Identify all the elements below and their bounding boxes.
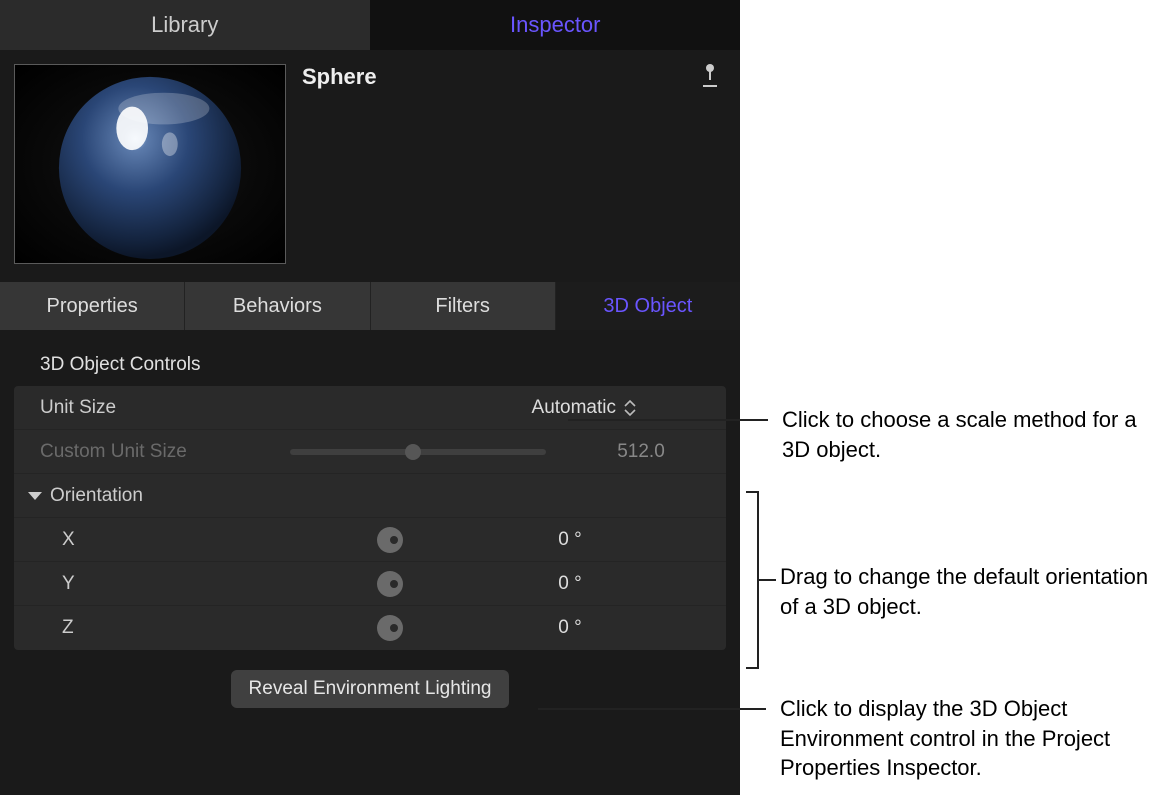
value-y[interactable]: 0 ° bbox=[490, 573, 650, 595]
row-orientation-x: X 0 ° bbox=[14, 518, 726, 562]
label-custom-unit-size: Custom Unit Size bbox=[40, 441, 290, 463]
reveal-environment-lighting-button[interactable]: Reveal Environment Lighting bbox=[231, 670, 510, 708]
value-z[interactable]: 0 ° bbox=[490, 617, 650, 639]
label-y: Y bbox=[40, 573, 290, 595]
tab-filters[interactable]: Filters bbox=[371, 282, 556, 330]
row-orientation-y: Y 0 ° bbox=[14, 562, 726, 606]
inspector-panel: Library Inspector bbox=[0, 0, 740, 795]
dial-z[interactable] bbox=[377, 615, 403, 641]
inspector-tab-bar: Properties Behaviors Filters 3D Object bbox=[0, 282, 740, 330]
dial-x[interactable] bbox=[377, 527, 403, 553]
label-orientation: Orientation bbox=[50, 485, 143, 507]
label-z: Z bbox=[40, 617, 290, 639]
section-title-3d-controls: 3D Object Controls bbox=[14, 340, 726, 386]
tab-inspector[interactable]: Inspector bbox=[371, 0, 741, 50]
dial-y[interactable] bbox=[377, 571, 403, 597]
tab-behaviors[interactable]: Behaviors bbox=[185, 282, 370, 330]
preview-row: Sphere bbox=[0, 50, 740, 272]
callout-unit-size: Click to choose a scale method for a 3D … bbox=[568, 405, 1142, 464]
tab-3d-object[interactable]: 3D Object bbox=[556, 282, 740, 330]
object-title: Sphere bbox=[286, 64, 694, 264]
callout-reveal: Click to display the 3D Object Environme… bbox=[538, 694, 1170, 783]
disclosure-triangle-icon[interactable] bbox=[28, 492, 42, 500]
main-tab-bar: Library Inspector bbox=[0, 0, 740, 50]
pin-icon[interactable] bbox=[694, 64, 726, 96]
row-orientation-z: Z 0 ° bbox=[14, 606, 726, 650]
callout-orientation-text: Drag to change the default orientation o… bbox=[780, 562, 1150, 621]
object-preview bbox=[14, 64, 286, 264]
value-x[interactable]: 0 ° bbox=[490, 529, 650, 551]
slider-custom-unit-size bbox=[290, 449, 546, 455]
callout-reveal-text: Click to display the 3D Object Environme… bbox=[780, 694, 1170, 783]
callout-unit-size-text: Click to choose a scale method for a 3D … bbox=[782, 405, 1142, 464]
label-unit-size: Unit Size bbox=[40, 397, 290, 419]
tab-properties[interactable]: Properties bbox=[0, 282, 185, 330]
controls-area: 3D Object Controls Unit Size Automatic bbox=[0, 330, 740, 738]
row-orientation-header[interactable]: Orientation bbox=[14, 474, 726, 518]
tab-library[interactable]: Library bbox=[0, 0, 371, 50]
callout-orientation bbox=[740, 490, 780, 674]
label-x: X bbox=[40, 529, 290, 551]
